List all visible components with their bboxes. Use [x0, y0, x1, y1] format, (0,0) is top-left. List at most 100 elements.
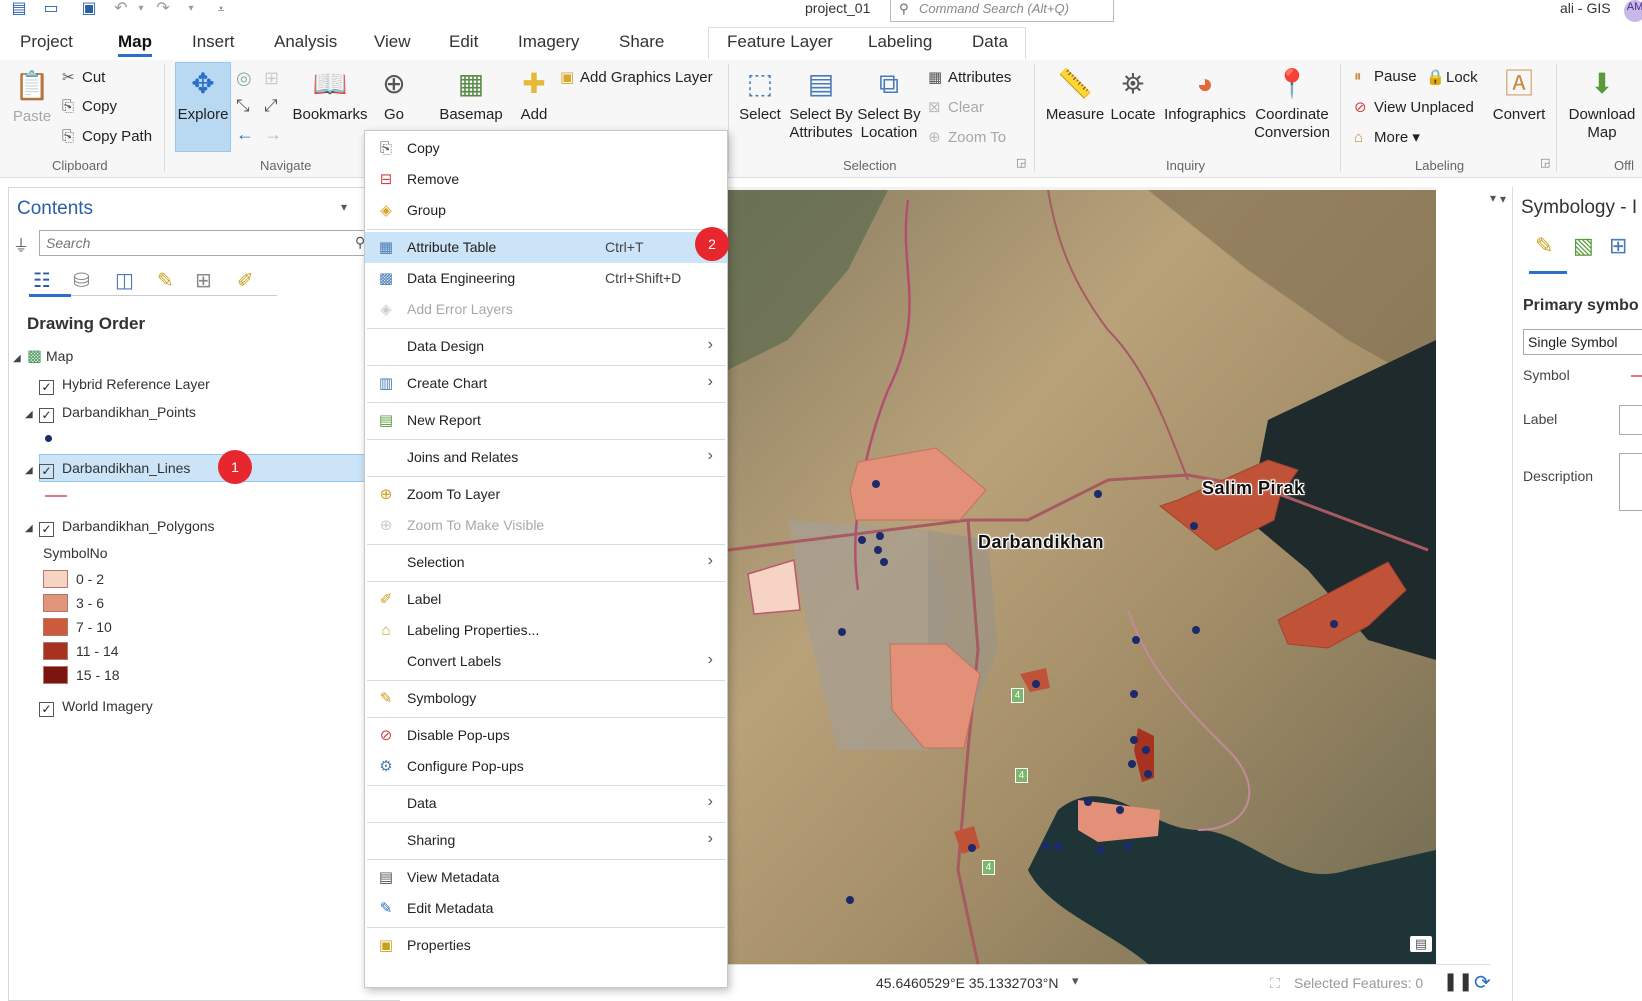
legend-class-7-10[interactable]: 7 - 10 [43, 618, 112, 636]
tab-analysis[interactable]: Analysis [274, 32, 337, 52]
go-button[interactable]: ⊕ Go [372, 66, 416, 124]
line-symbol-swatch[interactable] [45, 495, 67, 497]
map-tips-icon[interactable]: ▤ [1410, 936, 1432, 952]
bookmarks-button[interactable]: 📖 Bookmarks [292, 66, 368, 124]
menu-item-data-design[interactable]: Data Design › [365, 331, 727, 362]
tab-imagery[interactable]: Imagery [518, 32, 579, 52]
infographics-button[interactable]: ◕ Infographics [1160, 66, 1250, 124]
full-extent-icon[interactable]: ⊞ [264, 68, 279, 89]
redo-dropdown-icon[interactable]: ▾ [180, 0, 202, 20]
open-folder-icon[interactable]: ▭ [40, 0, 62, 20]
legend-swatch[interactable] [43, 570, 68, 588]
filter-icon[interactable]: ⏚ [13, 232, 29, 256]
tab-project[interactable]: Project [20, 32, 73, 52]
layer-hybrid-reference[interactable]: ✓ Hybrid Reference Layer [39, 376, 210, 395]
coordinate-conversion-button[interactable]: 📍 Coordinate Conversion [1250, 66, 1334, 142]
symbol-preview[interactable] [1631, 375, 1642, 377]
point-symbol-swatch[interactable] [45, 435, 52, 442]
collapse-icon[interactable]: ◢ [25, 465, 39, 476]
menu-item-add-error-layers[interactable]: ◈ Add Error Layers [365, 294, 727, 325]
tab-insert[interactable]: Insert [192, 32, 235, 52]
map-node[interactable]: ◢ ▩ Map [13, 346, 73, 366]
label-input[interactable] [1619, 405, 1642, 435]
map-view[interactable]: Salim Pirak Darbandikhan 4 4 4 ▤ [728, 190, 1436, 964]
menu-item-group[interactable]: ◈ Group [365, 195, 727, 226]
lock-labels-button[interactable]: 🔒Lock [1426, 68, 1478, 86]
layer-darbandikhan-polygons[interactable]: ◢ ✓ Darbandikhan_Polygons [25, 518, 215, 537]
fixed-zoom-out-icon[interactable]: ⤢ [264, 96, 278, 116]
pane-options-icon[interactable]: ▾ [341, 200, 347, 214]
view-unplaced-button[interactable]: ⊘ View Unplaced [1354, 98, 1474, 116]
collapse-pane-icon[interactable]: ▾ [1500, 192, 1506, 206]
avatar[interactable]: AM [1624, 0, 1642, 22]
menu-item-data[interactable]: Data › [365, 788, 727, 819]
save-icon[interactable]: ▣ [78, 0, 100, 20]
select-by-attributes-button[interactable]: ▤ Select By Attributes [786, 66, 856, 142]
collapse-icon[interactable]: ◢ [25, 523, 39, 534]
menu-item-create-chart[interactable]: ▥ Create Chart › [365, 368, 727, 399]
copy-path-button[interactable]: ⎘ Copy Path [62, 128, 152, 145]
list-by-source-icon[interactable]: ⛁ [73, 268, 90, 293]
more-labeling-button[interactable]: ⌂ More ▾ [1354, 128, 1420, 146]
measure-button[interactable]: 📏 Measure [1040, 66, 1110, 124]
coordinate-readout[interactable]: 45.6460529°E 35.1332703°N [876, 975, 1058, 991]
menu-item-properties[interactable]: ▣ Properties [365, 930, 727, 961]
tab-feature-layer[interactable]: Feature Layer [727, 32, 833, 52]
visibility-checkbox[interactable]: ✓ [39, 464, 54, 479]
layer-world-imagery[interactable]: ✓ World Imagery [39, 698, 153, 717]
previous-extent-icon[interactable]: ← [236, 124, 254, 145]
menu-item-selection[interactable]: Selection › [365, 547, 727, 578]
basemap-button[interactable]: ▦ Basemap [438, 66, 504, 124]
tab-share[interactable]: Share [619, 32, 664, 52]
zoom-to-selection-button[interactable]: ⊕ Zoom To [928, 128, 1006, 146]
list-by-labeling-icon[interactable]: ✐ [237, 268, 254, 293]
tab-edit[interactable]: Edit [449, 32, 478, 52]
legend-class-11-14[interactable]: 11 - 14 [43, 642, 119, 660]
convert-labels-button[interactable]: 🄰 Convert [1488, 66, 1550, 124]
legend-swatch[interactable] [43, 642, 68, 660]
paste-button[interactable]: 📋 Paste [10, 68, 54, 126]
clear-selection-button[interactable]: ⊠ Clear [928, 98, 984, 116]
fixed-zoom-in-icon[interactable]: ⤡ [236, 96, 250, 116]
list-by-editing-icon[interactable]: ✎ [157, 268, 174, 293]
menu-item-zoom-to-layer[interactable]: ⊕ Zoom To Layer [365, 479, 727, 510]
collapse-icon[interactable]: ◢ [25, 409, 39, 420]
menu-item-symbology[interactable]: ✎ Symbology [365, 683, 727, 714]
redo-icon[interactable]: ↷ [152, 0, 174, 20]
menu-item-attribute-table[interactable]: ▦ Attribute Table Ctrl+T [365, 232, 727, 263]
tab-data[interactable]: Data [972, 32, 1008, 52]
selected-features-count[interactable]: Selected Features: 0 [1294, 975, 1423, 991]
view-dropdown-icon[interactable]: ▾ [1490, 191, 1496, 205]
menu-item-joins-relates[interactable]: Joins and Relates › [365, 442, 727, 473]
menu-item-zoom-make-visible[interactable]: ⊕ Zoom To Make Visible [365, 510, 727, 541]
vary-symbology-tab-icon[interactable]: ▧ [1573, 233, 1594, 259]
primary-symbology-tab-icon[interactable]: ✎ [1535, 233, 1553, 259]
tab-labeling[interactable]: Labeling [868, 32, 932, 52]
copy-button[interactable]: ⎘ Copy [62, 98, 117, 115]
globe-icon[interactable]: ◎ [236, 68, 252, 89]
collapse-icon[interactable]: ◢ [13, 353, 27, 364]
visibility-checkbox[interactable]: ✓ [39, 380, 54, 395]
new-project-icon[interactable]: ▤ [8, 0, 30, 20]
menu-item-copy[interactable]: ⎘ Copy [365, 133, 727, 164]
labeling-launcher-icon[interactable]: ◲ [1540, 156, 1550, 169]
tab-view[interactable]: View [374, 32, 411, 52]
refresh-icon[interactable]: ⟳ [1474, 970, 1491, 995]
tab-map[interactable]: Map [118, 32, 152, 57]
next-extent-icon[interactable]: → [264, 124, 282, 145]
menu-item-labeling-properties[interactable]: ⌂ Labeling Properties... [365, 615, 727, 646]
legend-swatch[interactable] [43, 594, 68, 612]
layer-darbandikhan-lines[interactable]: ◢ ✓ Darbandikhan_Lines [25, 460, 190, 479]
layer-darbandikhan-points[interactable]: ◢ ✓ Darbandikhan_Points [25, 404, 196, 423]
menu-item-disable-popups[interactable]: ⊘ Disable Pop-ups [365, 720, 727, 751]
map-canvas[interactable] [728, 190, 1436, 964]
menu-item-remove[interactable]: ⊟ Remove [365, 164, 727, 195]
menu-item-convert-labels[interactable]: Convert Labels › [365, 646, 727, 677]
visibility-checkbox[interactable]: ✓ [39, 408, 54, 423]
locate-button[interactable]: ⛯ Locate [1108, 66, 1158, 124]
symbol-layer-drawing-tab-icon[interactable]: ⊞ [1609, 233, 1627, 259]
description-input[interactable] [1619, 453, 1642, 511]
pause-drawing-icon[interactable]: ❚❚ [1443, 971, 1473, 992]
menu-item-sharing[interactable]: Sharing › [365, 825, 727, 856]
legend-swatch[interactable] [43, 618, 68, 636]
